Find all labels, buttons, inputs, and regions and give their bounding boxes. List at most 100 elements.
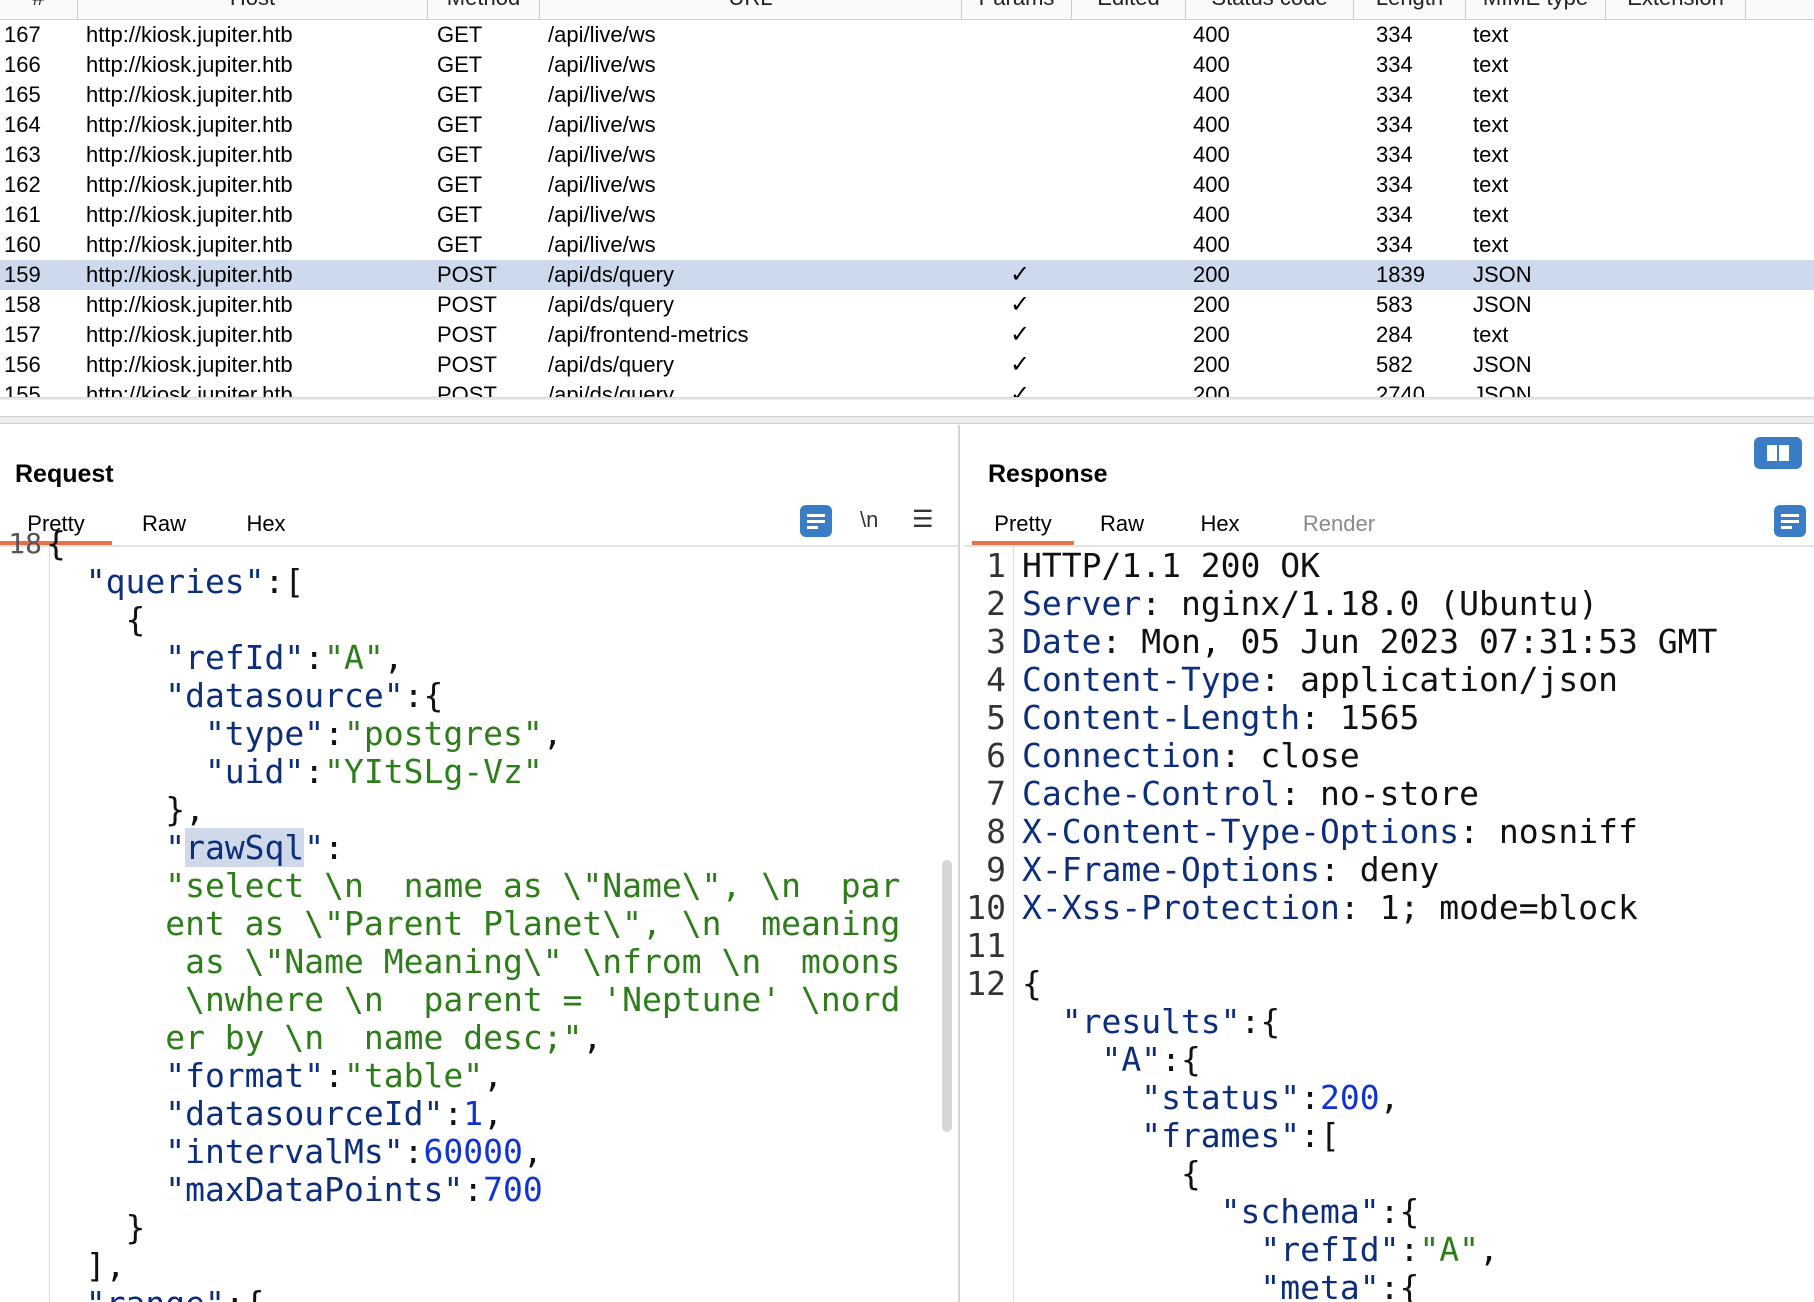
- code-token: 1: [463, 1094, 484, 1133]
- table-row[interactable]: 161 http://kiosk.jupiter.htb GET/api/live/…: [0, 200, 1814, 230]
- column-header[interactable]: #: [0, 0, 78, 20]
- column-header[interactable]: Host: [78, 0, 428, 20]
- word-wrap-icon[interactable]: [800, 505, 832, 537]
- code-line: ],: [46, 1246, 126, 1285]
- code-line: "select \n name as \"Name\", \n par: [46, 867, 900, 905]
- table-cell-mime: text: [1473, 142, 1509, 167]
- split-layout-icon[interactable]: [1754, 437, 1802, 469]
- code-token: ent as \"Parent Planet\", \n meaning: [46, 904, 901, 943]
- table-row[interactable]: 166 http://kiosk.jupiter.htb GET/api/live/…: [0, 50, 1814, 80]
- horizontal-scrollbar[interactable]: [0, 397, 1814, 400]
- code-token: : application/json: [1260, 660, 1619, 699]
- code-token: ,: [383, 638, 404, 677]
- code-token: :: [324, 714, 345, 753]
- table-row[interactable]: 165 http://kiosk.jupiter.htb GET/api/live/…: [0, 80, 1814, 110]
- code-line: "schema":{: [1022, 1192, 1420, 1231]
- column-header[interactable]: Status code: [1186, 0, 1354, 20]
- code-token: "select \n name as \"Name\", \n par: [46, 866, 901, 905]
- request-tab-raw[interactable]: Raw: [112, 507, 216, 545]
- table-cell-method: POST: [437, 262, 497, 287]
- code-line: \nwhere \n parent = 'Neptune' \nord: [46, 981, 900, 1019]
- code-token: "refId": [46, 638, 305, 677]
- table-cell-method: GET: [437, 52, 483, 77]
- table-row[interactable]: 162 http://kiosk.jupiter.htb GET/api/live/…: [0, 170, 1814, 200]
- code-token: "intervalMs": [46, 1132, 404, 1171]
- response-tab-pretty[interactable]: Pretty: [972, 507, 1074, 545]
- code-token: ],: [46, 1246, 126, 1285]
- table-row[interactable]: 167 http://kiosk.jupiter.htb GET/api/live/…: [0, 20, 1814, 50]
- column-header[interactable]: Length: [1354, 0, 1466, 20]
- table-cell-host: http://kiosk.jupiter.htb: [86, 262, 293, 287]
- code-token: 700: [483, 1170, 543, 1209]
- response-tab-hex[interactable]: Hex: [1170, 507, 1270, 545]
- table-row[interactable]: 157 http://kiosk.jupiter.htb POST/api/fron…: [0, 320, 1814, 350]
- code-token: :{: [225, 1284, 265, 1302]
- code-token: :: [304, 752, 325, 791]
- column-header[interactable]: URL: [540, 0, 962, 20]
- pane-splitter[interactable]: [0, 416, 1814, 424]
- code-token: :: [324, 828, 345, 867]
- table-cell-num: 157: [4, 322, 41, 347]
- table-row[interactable]: 163 http://kiosk.jupiter.htb GET/api/live/…: [0, 140, 1814, 170]
- column-header[interactable]: Method: [428, 0, 540, 20]
- code-token: "queries": [46, 562, 265, 601]
- table-row[interactable]: 158 http://kiosk.jupiter.htb POST/api/ds/q…: [0, 290, 1814, 320]
- code-line: X-Content-Type-Options: nosniff: [1022, 813, 1638, 851]
- menu-icon[interactable]: ☰: [912, 505, 934, 535]
- code-line: "status":200,: [1022, 1078, 1399, 1117]
- response-editor[interactable]: 1 HTTP/1.1 200 OK 2 Server: nginx/1.18.0 (U…: [964, 547, 1814, 1302]
- code-token: as \"Name Meaning\" \nfrom \n moons: [46, 942, 901, 981]
- code-line: "A":{: [1022, 1041, 1200, 1079]
- newline-toggle[interactable]: \n: [860, 505, 878, 535]
- code-token: ,: [483, 1056, 503, 1095]
- code-token: :[: [264, 562, 305, 601]
- response-tab-render[interactable]: Render: [1270, 507, 1408, 545]
- code-line: HTTP/1.1 200 OK: [1022, 547, 1320, 585]
- code-line: as \"Name Meaning\" \nfrom \n moons: [46, 943, 900, 981]
- table-cell-params: ✓: [1010, 261, 1031, 288]
- table-cell-status: 400: [1193, 22, 1230, 47]
- response-title: Response: [988, 460, 1108, 488]
- code-token: "schema": [1022, 1192, 1380, 1231]
- code-line: X-Frame-Options: deny: [1022, 851, 1439, 889]
- table-cell-num: 165: [4, 82, 41, 107]
- table-cell-url: /api/live/ws: [548, 202, 656, 227]
- column-header[interactable]: Params: [962, 0, 1072, 20]
- code-token: "format": [46, 1056, 325, 1095]
- code-token: :{: [1379, 1268, 1420, 1302]
- code-token: : close: [1220, 736, 1360, 775]
- table-row[interactable]: 159 http://kiosk.jupiter.htb POST/api/ds/q…: [0, 260, 1814, 290]
- table-cell-mime: JSON: [1473, 262, 1532, 287]
- line-number: 1: [986, 546, 1006, 585]
- table-cell-length: 582: [1376, 352, 1413, 377]
- code-token: "status": [1022, 1078, 1301, 1117]
- request-tab-hex[interactable]: Hex: [216, 507, 316, 545]
- table-cell-length: 334: [1376, 112, 1413, 137]
- code-line: "datasource":{: [46, 677, 443, 715]
- code-line: "intervalMs":60000,: [46, 1133, 543, 1171]
- table-row[interactable]: 156 http://kiosk.jupiter.htb POST/api/ds/q…: [0, 350, 1814, 380]
- table-cell-host: http://kiosk.jupiter.htb: [86, 292, 293, 317]
- table-cell-length: 334: [1376, 82, 1413, 107]
- table-cell-num: 163: [4, 142, 41, 167]
- request-editor[interactable]: 18 { "queries":[ { "refId":"A", "datasou…: [0, 525, 958, 1302]
- code-token: "datasourceId": [46, 1094, 444, 1133]
- code-line: "refId":"A",: [1022, 1231, 1498, 1269]
- column-header[interactable]: MIME type: [1466, 0, 1606, 20]
- line-number: 5: [986, 698, 1006, 737]
- line-number: 9: [986, 850, 1006, 889]
- line-number: 10: [966, 888, 1006, 927]
- code-token: :: [324, 1056, 345, 1095]
- table-row[interactable]: 164 http://kiosk.jupiter.htb GET/api/live/…: [0, 110, 1814, 140]
- request-vertical-scrollbar[interactable]: [942, 860, 952, 1132]
- table-row[interactable]: 160 http://kiosk.jupiter.htb GET/api/live/…: [0, 230, 1814, 260]
- column-header[interactable]: Edited: [1072, 0, 1186, 20]
- code-line: },: [46, 791, 205, 829]
- table-cell-mime: text: [1473, 82, 1509, 107]
- response-tab-raw[interactable]: Raw: [1074, 507, 1170, 545]
- code-token: : no-store: [1280, 774, 1479, 813]
- line-number: 12: [966, 964, 1006, 1003]
- word-wrap-icon[interactable]: [1774, 505, 1806, 537]
- code-token: "type": [46, 714, 325, 753]
- column-header[interactable]: Extension: [1606, 0, 1746, 20]
